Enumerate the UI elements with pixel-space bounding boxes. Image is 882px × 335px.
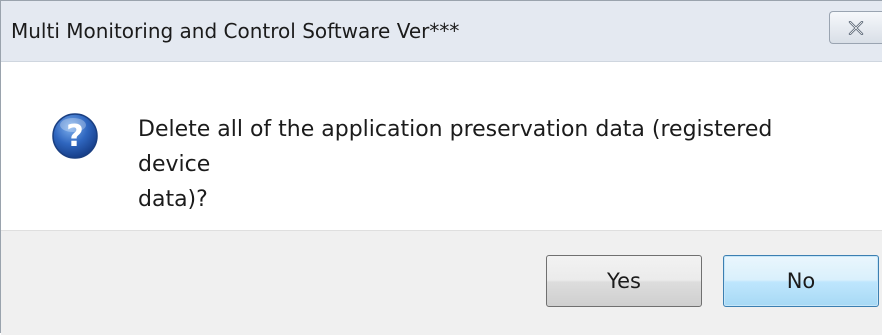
message-line-1: Delete all of the application preservati… xyxy=(138,117,773,177)
button-bar: Yes No xyxy=(1,230,882,335)
svg-text:?: ? xyxy=(66,119,83,154)
yes-button[interactable]: Yes xyxy=(546,255,702,307)
message-line-2: data)? xyxy=(138,187,208,212)
close-button[interactable] xyxy=(829,11,882,44)
question-mark-icon: ? xyxy=(52,113,98,159)
window-title: Multi Monitoring and Control Software Ve… xyxy=(11,19,459,43)
no-button[interactable]: No xyxy=(723,255,879,307)
title-bar[interactable]: Multi Monitoring and Control Software Ve… xyxy=(1,1,882,62)
dialog-message: Delete all of the application preservati… xyxy=(138,112,838,217)
dialog-content: ? Delete all of the application preserva… xyxy=(1,62,882,230)
window-title-main: Multi Monitoring and Control Software Ve… xyxy=(11,19,430,43)
dialog-window: Multi Monitoring and Control Software Ve… xyxy=(0,0,882,335)
close-x-icon xyxy=(848,21,864,35)
window-title-suffix: *** xyxy=(429,19,460,43)
